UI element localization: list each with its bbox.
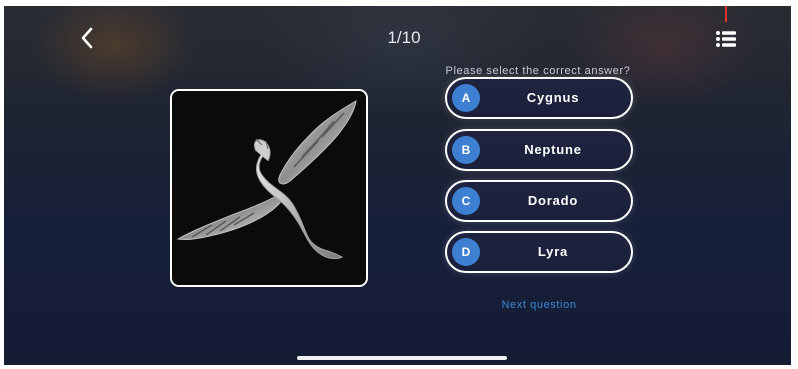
option-label-b: Neptune bbox=[524, 142, 582, 157]
answer-option-b[interactable]: B Neptune bbox=[445, 129, 633, 171]
answer-option-a[interactable]: A Cygnus bbox=[445, 77, 633, 119]
home-indicator[interactable] bbox=[297, 356, 507, 360]
question-counter: 1/10 bbox=[387, 28, 421, 47]
option-badge-c: C bbox=[452, 187, 480, 215]
option-badge-a: A bbox=[452, 84, 480, 112]
option-label-d: Lyra bbox=[537, 244, 569, 259]
chevron-left-icon bbox=[81, 27, 93, 49]
option-label-c: Dorado bbox=[527, 193, 579, 208]
question-list-button[interactable] bbox=[713, 28, 739, 50]
list-icon bbox=[716, 31, 736, 47]
next-question-link[interactable]: Next question bbox=[464, 299, 614, 311]
question-prompt: Please select the correct answer? bbox=[445, 65, 631, 77]
question-image bbox=[170, 89, 368, 287]
answer-option-c[interactable]: C Dorado bbox=[445, 180, 633, 222]
quiz-screen: 1/10 Please select the correct answer? A… bbox=[4, 6, 791, 365]
answer-option-d[interactable]: D Lyra bbox=[445, 231, 633, 273]
red-marker bbox=[725, 6, 727, 22]
option-label-a: Cygnus bbox=[526, 90, 580, 105]
option-badge-b: B bbox=[452, 136, 480, 164]
swan-illustration bbox=[172, 91, 366, 285]
option-badge-d: D bbox=[452, 238, 480, 266]
back-button[interactable] bbox=[76, 26, 100, 50]
